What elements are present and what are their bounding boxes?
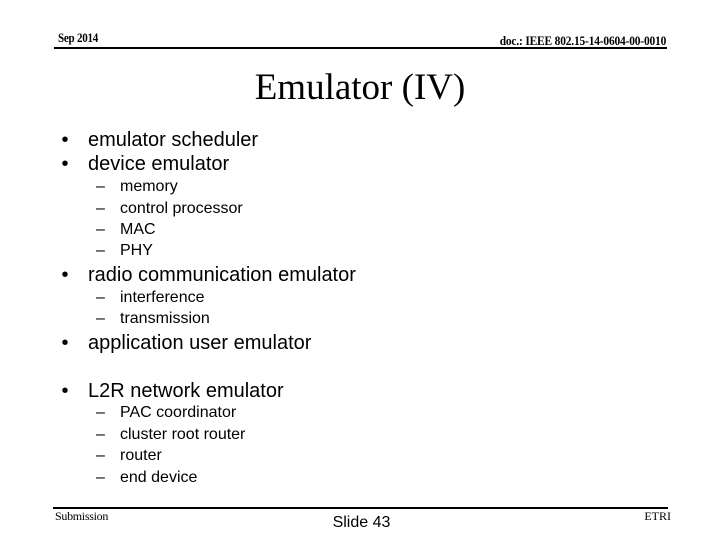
dash-icon: – xyxy=(96,310,105,327)
dash-icon: – xyxy=(96,469,105,486)
sub-bullet-text: PHY xyxy=(120,242,153,259)
bullet-text: emulator scheduler xyxy=(88,129,259,151)
bullet-icon: • xyxy=(61,380,69,402)
footer-divider xyxy=(53,507,668,509)
bullet-text: device emulator xyxy=(88,153,230,175)
dash-icon: – xyxy=(96,404,105,421)
sub-bullet-text: interference xyxy=(120,289,205,306)
bullet-text: radio communication emulator xyxy=(88,264,356,286)
dash-icon: – xyxy=(96,289,105,306)
dash-icon: – xyxy=(96,221,105,238)
sub-bullet-text: end device xyxy=(120,469,198,486)
bullet-text: application user emulator xyxy=(88,332,312,354)
sub-bullet-text: cluster root router xyxy=(120,426,246,443)
sub-bullet-text: PAC coordinator xyxy=(120,404,237,421)
sub-bullet-text: memory xyxy=(120,178,178,195)
sub-bullet-text: transmission xyxy=(120,310,210,327)
bullet-text: L2R network emulator xyxy=(88,380,284,402)
dash-icon: – xyxy=(96,178,105,195)
sub-bullet-text: router xyxy=(120,447,162,464)
bullet-icon: • xyxy=(61,129,69,151)
dash-icon: – xyxy=(96,426,105,443)
footer-organization: ETRI xyxy=(644,509,671,523)
sub-bullet-text: MAC xyxy=(120,221,156,238)
bullet-icon: • xyxy=(61,332,69,354)
slide: Sep 2014 doc.: IEEE 802.15-14-0604-00-00… xyxy=(0,0,720,540)
bullet-icon: • xyxy=(61,264,69,286)
slide-title: Emulator (IV) xyxy=(254,67,466,108)
sub-bullet-text: control processor xyxy=(120,200,243,217)
slide-number: Slide 43 xyxy=(332,514,391,531)
dash-icon: – xyxy=(96,200,105,217)
dash-icon: – xyxy=(96,447,105,464)
dash-icon: – xyxy=(96,242,105,259)
header-divider xyxy=(54,47,667,49)
bullet-icon: • xyxy=(61,153,69,175)
header-date: Sep 2014 xyxy=(58,30,99,45)
